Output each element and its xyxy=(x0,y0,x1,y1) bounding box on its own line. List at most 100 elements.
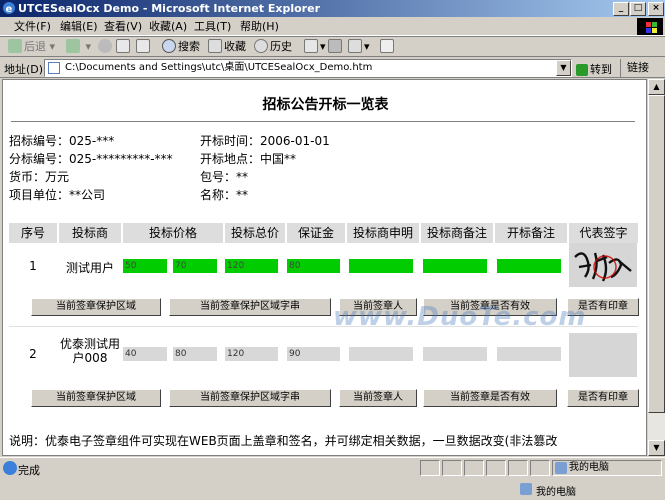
row2-no: 2 xyxy=(29,347,37,361)
row2-has-seal-button[interactable]: 是否有印章 xyxy=(567,389,639,407)
favorites-button[interactable]: 收藏 xyxy=(208,39,246,55)
minimize-button[interactable]: _ xyxy=(613,2,629,16)
home-button[interactable] xyxy=(136,39,152,55)
row1-price-b[interactable]: 70 xyxy=(173,259,217,273)
status-bar: 完成 我的电脑 xyxy=(0,457,665,477)
row2-bidder: 优泰测试用户008 xyxy=(59,337,120,365)
info-subtender-no: 分标编号：025-*********-*** xyxy=(9,152,173,166)
row1-bidder: 测试用户 xyxy=(65,261,114,275)
info-open-place: 开标地点：中国** xyxy=(200,152,297,166)
page-content: 招标公告开标一览表 招标编号：025-*** 开标时间：2006-01-01 分… xyxy=(2,79,647,456)
window-title: UTCESealOcx Demo - Microsoft Internet Ex… xyxy=(18,2,320,15)
row2-bidder-note[interactable] xyxy=(423,347,487,361)
favorites-icon xyxy=(208,39,222,53)
close-button[interactable]: × xyxy=(648,2,664,16)
row1-deposit[interactable]: 80 xyxy=(287,259,340,273)
menu-help[interactable]: 帮助(H) xyxy=(240,19,279,34)
col-header-bidder-note: 投标商备注 xyxy=(421,223,493,243)
row2-deposit[interactable]: 90 xyxy=(287,347,340,361)
title-bar[interactable]: e UTCESealOcx Demo - Microsoft Internet … xyxy=(0,0,665,17)
menu-view[interactable]: 查看(V) xyxy=(104,19,142,34)
maximize-button[interactable]: □ xyxy=(630,2,646,16)
status-panel xyxy=(464,460,484,476)
handwritten-signature-icon xyxy=(574,252,632,282)
page-icon xyxy=(48,62,60,74)
row2-protect-area-button[interactable]: 当前签章保护区域 xyxy=(31,389,161,407)
ie-page-icon xyxy=(3,461,17,475)
row2-price-b[interactable]: 80 xyxy=(173,347,217,361)
row1-statement[interactable] xyxy=(349,259,413,273)
watermark-text: www.DuoTe.com xyxy=(333,302,587,332)
row2-signer-button[interactable]: 当前签章人 xyxy=(339,389,417,407)
links-button[interactable]: 链接 xyxy=(620,59,649,77)
discuss-icon xyxy=(380,39,394,53)
address-label: 地址(D) xyxy=(4,63,44,76)
computer-icon xyxy=(520,483,532,495)
edit-icon xyxy=(348,39,362,53)
scroll-thumb[interactable] xyxy=(648,95,665,413)
row1-protect-string-button[interactable]: 当前签章保护区域字串 xyxy=(169,298,331,316)
row1-protect-area-button[interactable]: 当前签章保护区域 xyxy=(31,298,161,316)
back-arrow-icon xyxy=(8,39,22,53)
print-button[interactable] xyxy=(328,39,344,55)
refresh-button[interactable] xyxy=(116,39,132,55)
address-dropdown-button[interactable]: ▼ xyxy=(556,60,571,76)
zone-panel: 我的电脑 xyxy=(552,460,662,476)
row1-no: 1 xyxy=(29,259,37,273)
stop-button[interactable] xyxy=(98,39,114,55)
scroll-up-button[interactable]: ▲ xyxy=(648,79,665,95)
edit-button[interactable]: ▾ xyxy=(348,39,370,55)
menu-edit[interactable]: 编辑(E) xyxy=(60,19,98,34)
zone-label: 我的电脑 xyxy=(536,487,576,498)
col-header-bidder: 投标商 xyxy=(59,223,121,243)
status-text: 完成 xyxy=(18,464,40,477)
row1-signature-area[interactable] xyxy=(569,243,637,287)
status-panel xyxy=(508,460,528,476)
row1-price-a[interactable]: 50 xyxy=(123,259,167,273)
mail-icon xyxy=(304,39,318,53)
description-note: 说明：优泰电子签章组件可实现在WEB页面上盖章和签名，并可绑定相关数据，一旦数据… xyxy=(9,434,558,448)
menu-tools[interactable]: 工具(T) xyxy=(194,19,231,34)
history-icon xyxy=(254,39,268,53)
search-button[interactable]: 搜索 xyxy=(162,39,200,55)
history-button[interactable]: 历史 xyxy=(254,39,292,55)
back-button[interactable]: 后退 ▾ xyxy=(8,39,55,55)
info-project-unit: 项目单位：**公司 xyxy=(9,188,106,202)
svg-text:e: e xyxy=(6,4,13,15)
standard-toolbar: 后退 ▾ ▾ 搜索 收藏 历史 ▾ ▾ xyxy=(0,36,665,56)
row2-statement[interactable] xyxy=(349,347,413,361)
page-title: 招标公告开标一览表 xyxy=(262,97,389,113)
home-icon xyxy=(136,39,150,53)
row2-price-a[interactable]: 40 xyxy=(123,347,167,361)
row2-total[interactable]: 120 xyxy=(225,347,278,361)
col-header-total: 投标总价 xyxy=(225,223,285,243)
menu-file[interactable]: 文件(F) xyxy=(14,19,51,34)
status-panel xyxy=(486,460,506,476)
menu-bar: 文件(F) 编辑(E) 查看(V) 收藏(A) 工具(T) 帮助(H) xyxy=(0,17,665,36)
vertical-scrollbar[interactable]: ▲ ▼ xyxy=(648,79,665,456)
status-panel xyxy=(442,460,462,476)
row2-open-note[interactable] xyxy=(497,347,561,361)
row1-open-note[interactable] xyxy=(497,259,561,273)
forward-button[interactable]: ▾ xyxy=(66,39,91,55)
computer-icon xyxy=(555,462,567,474)
col-header-statement: 投标商申明 xyxy=(347,223,419,243)
info-name: 名称：** xyxy=(200,188,249,202)
scroll-down-button[interactable]: ▼ xyxy=(648,440,665,456)
row1-total[interactable]: 120 xyxy=(225,259,278,273)
row2-protect-string-button[interactable]: 当前签章保护区域字串 xyxy=(169,389,331,407)
info-currency: 货币：万元 xyxy=(9,170,70,184)
col-header-no: 序号 xyxy=(9,223,57,243)
secondary-status-bar: 我的电脑 xyxy=(0,478,665,500)
address-input[interactable]: C:\Documents and Settings\utc\桌面\UTCESea… xyxy=(44,59,572,77)
row2-valid-button[interactable]: 当前签章是否有效 xyxy=(423,389,557,407)
info-tender-no: 招标编号：025-*** xyxy=(9,134,115,148)
print-icon xyxy=(328,39,342,53)
mail-button[interactable]: ▾ xyxy=(304,39,326,55)
row2-signature-area[interactable] xyxy=(569,333,637,377)
discuss-button[interactable] xyxy=(380,39,396,55)
menu-favorites[interactable]: 收藏(A) xyxy=(149,19,187,34)
row1-bidder-note[interactable] xyxy=(423,259,487,273)
status-panel xyxy=(420,460,440,476)
go-button[interactable]: 转到 xyxy=(576,61,612,77)
